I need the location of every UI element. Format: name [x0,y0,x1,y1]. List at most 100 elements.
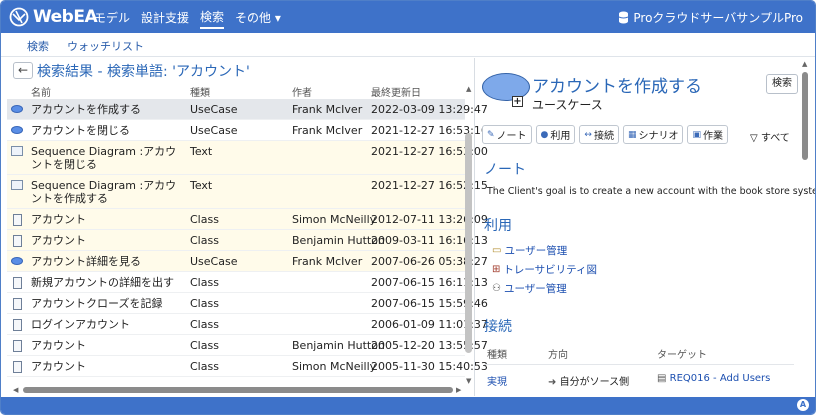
table-row[interactable]: アカウント詳細を見る UseCase Frank McIver 2007-06-… [7,251,488,272]
usage-label: ユーザー管理 [503,283,567,295]
table-row[interactable]: アカウントを作成する UseCase Frank McIver 2022-03-… [7,99,488,120]
table-row[interactable]: アカウント Class Simon McNeilly 2005-11-30 15… [7,356,488,377]
tab-search[interactable]: 検索 [27,38,49,54]
arrow-right-icon: ➜ [548,377,557,388]
expand-all-button[interactable]: ▽ すべて [750,129,790,144]
expand-plus-icon[interactable]: + [512,96,523,107]
folder-icon: ▭ [492,245,502,256]
class-icon [13,235,22,247]
task-tool-button[interactable]: ▣ 作業 [687,125,728,144]
element-type: ユースケース [532,98,603,112]
webea-logo-icon [9,7,29,27]
connection-kind[interactable]: 実現 [487,373,507,388]
back-button[interactable]: ← [13,62,33,79]
table-row[interactable]: アカウント Class Benjamin Hutton 2005-12-20 1… [7,335,488,356]
scroll-right-icon[interactable]: ▶ [456,386,461,394]
status-info-icon[interactable]: A [797,399,809,411]
logo[interactable]: WebEA [9,7,98,27]
class-icon [13,361,22,373]
top-bar: WebEA モデル 設計支援 検索 その他 ▾ ProクラウドサーバサンプルPr… [1,1,815,33]
document-icon [11,180,23,190]
connection-target[interactable]: ▤ REQ016 - Add Users [657,373,770,384]
row-name: アカウントを閉じる [31,124,130,137]
usage-item[interactable]: ⊞ トレーサビリティ図 [492,262,597,277]
table-row[interactable]: アカウント Class Simon McNeilly 2012-07-11 13… [7,209,488,230]
row-type: Class [190,234,219,247]
results-list: アカウントを作成する UseCase Frank McIver 2022-03-… [7,99,488,377]
scroll-up-icon[interactable]: ▲ [466,85,471,93]
col-name[interactable]: 名前 [31,84,51,99]
table-row[interactable]: アカウントクローズを記録 Class 2007-06-15 15:59:46 [7,293,488,314]
tool-label: 接続 [593,131,614,142]
class-icon [13,214,22,226]
connect-tool-button[interactable]: ↔ 接続 [579,125,619,144]
col-kind: 種類 [487,350,507,361]
table-row[interactable]: Sequence Diagram :アカウントを閉じる Text 2021-12… [7,141,488,175]
requirement-icon: ▤ [657,373,667,384]
scroll-left-icon[interactable]: ◀ [13,386,18,394]
row-name: 新規アカウントの詳細を出す [31,276,174,289]
connections-heading[interactable]: 接続 [484,316,512,336]
menu-model[interactable]: モデル [94,7,130,28]
search-button[interactable]: 検索 [766,74,798,94]
class-icon [13,319,22,331]
usage-item[interactable]: ⚇ ユーザー管理 [492,281,567,296]
usage-item[interactable]: ▭ ユーザー管理 [492,243,567,258]
menu-other[interactable]: その他 ▾ [235,7,281,28]
detail-vertical-scrollbar[interactable]: ▲ [801,58,809,393]
results-vertical-scrollbar[interactable]: ▲ ▼ [465,85,472,385]
row-name: アカウント詳細を見る [31,255,141,268]
scrollbar-thumb[interactable] [802,72,808,160]
col-author[interactable]: 作者 [292,84,312,99]
target-label: REQ016 - Add Users [669,373,771,384]
usage-heading[interactable]: 利用 [484,215,512,235]
scenario-tool-button[interactable]: ▦ シナリオ [622,125,684,144]
row-type: Text [190,179,213,192]
col-type[interactable]: 種類 [190,84,210,99]
element-detail-panel: + アカウントを作成する ユースケース 検索 ✎ ノート ● 利用 ↔ 接続 ▦ シナリ… [476,58,815,396]
note-tool-button[interactable]: ✎ ノート [482,125,532,144]
scroll-up-icon[interactable]: ▲ [802,60,807,68]
tab-watchlist[interactable]: ウォッチリスト [67,38,144,54]
note-text: The Client's goal is to create a new acc… [487,186,815,197]
scrollbar-thumb[interactable] [465,133,472,353]
connection-row[interactable]: 実現 ➜ 自分がソース側 ▤ REQ016 - Add Users [476,370,796,388]
server-label: ProクラウドサーバサンプルPro [633,11,803,25]
menu-search[interactable]: 検索 [200,6,225,29]
scroll-down-icon[interactable]: ▼ [466,377,471,385]
table-row[interactable]: Sequence Diagram :アカウントを作成する Text 2021-1… [7,175,488,209]
server-name[interactable]: ProクラウドサーバサンプルPro [618,9,803,26]
tool-label: 作業 [702,131,723,142]
row-name: アカウントクローズを記録 [31,297,163,310]
col-direction: 方向 [548,350,568,361]
diagram-icon: ⊞ [492,264,501,275]
row-type: UseCase [190,124,238,137]
row-name: ログインアカウント [31,318,130,331]
row-type: Text [190,145,213,158]
row-author: Frank McIver [292,124,363,137]
col-target: ターゲット [657,350,707,361]
element-title: アカウントを作成する [532,77,702,97]
results-header: 名前 種類 作者 最終更新日 [7,84,469,99]
table-row[interactable]: アカウント Class Benjamin Hutton 2009-03-11 1… [7,230,488,251]
table-row[interactable]: ログインアカウント Class 2006-01-09 11:01:37 [7,314,488,335]
tool-label: 利用 [550,131,571,142]
scrollbar-thumb[interactable] [23,387,453,393]
direction-label: 自分がソース側 [559,377,630,388]
menu-design-support[interactable]: 設計支援 [141,7,189,28]
database-icon [619,11,629,24]
results-horizontal-scrollbar[interactable]: ◀ ▶ [13,386,463,394]
row-name: Sequence Diagram :アカウントを作成する [31,179,177,205]
row-type: Class [190,276,219,289]
col-modified[interactable]: 最終更新日 [371,84,421,99]
connections-header: 種類 方向 ターゲット [476,343,796,361]
scenario-icon: ▦ [627,129,637,140]
table-row[interactable]: アカウントを閉じる UseCase Frank McIver 2021-12-2… [7,120,488,141]
note-heading[interactable]: ノート [484,159,526,179]
class-icon [13,340,22,352]
row-type: UseCase [190,103,238,116]
usage-tool-button[interactable]: ● 利用 [535,125,576,144]
tool-label: ノート [496,131,527,142]
table-row[interactable]: 新規アカウントの詳細を出す Class 2007-06-15 16:11:13 [7,272,488,293]
row-author: Simon McNeilly [292,213,377,226]
